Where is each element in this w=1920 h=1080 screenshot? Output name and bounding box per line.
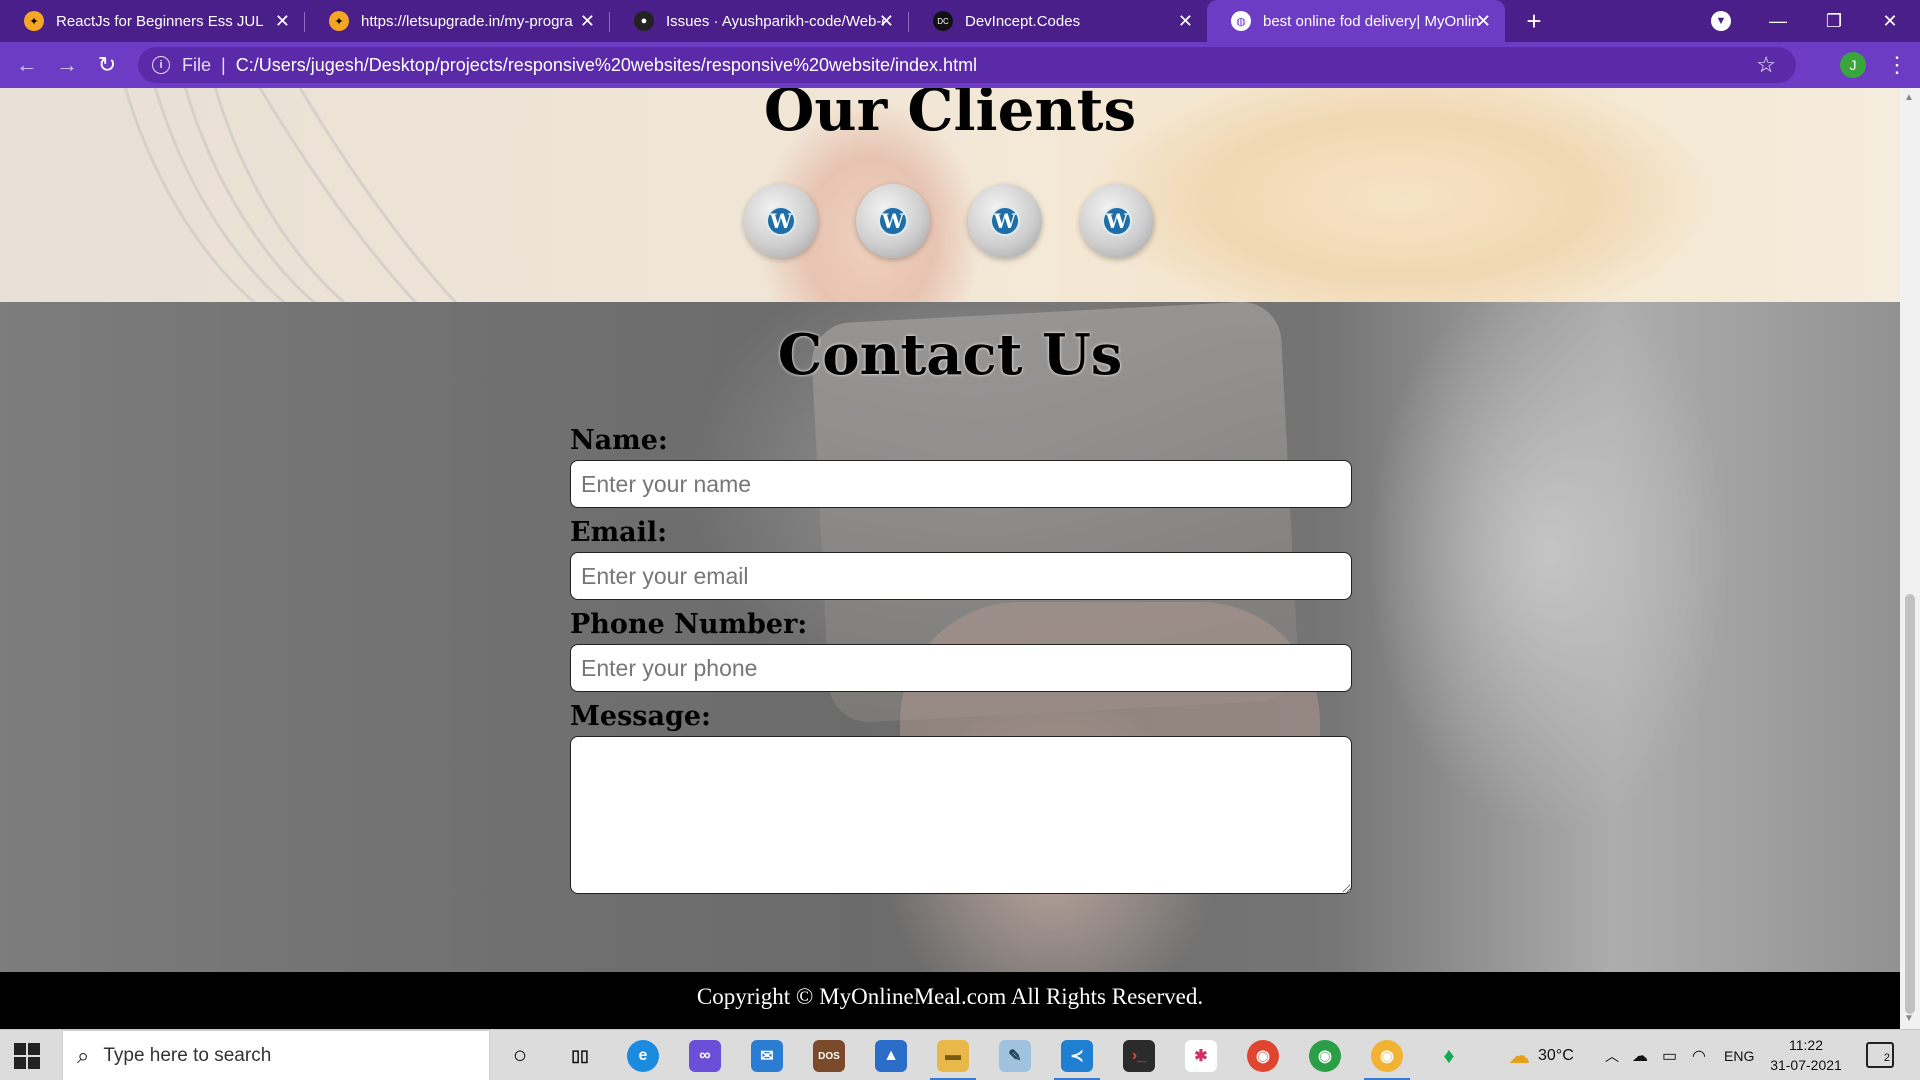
notepad-icon[interactable]: ✎ <box>999 1040 1031 1072</box>
task-view-icon[interactable]: ▯▯ <box>564 1040 596 1072</box>
scroll-down-arrow-icon[interactable]: ▼ <box>1904 1013 1914 1024</box>
info-icon[interactable]: i <box>152 56 170 74</box>
tab-title: https://letsupgrade.in/my-progra <box>361 12 573 30</box>
tab-title: Issues · Ayushparikh-code/Web-c <box>666 12 884 30</box>
address-separator: | <box>221 54 226 75</box>
contact-form: Name: Email: Phone Number: Message: subm… <box>570 425 1352 1029</box>
taskbar-search-box[interactable]: ⌕ Type here to search <box>62 1030 490 1080</box>
mail-icon[interactable]: ✉ <box>751 1040 783 1072</box>
phone-input[interactable] <box>570 644 1352 692</box>
weather-widget[interactable]: ☁ 30°C <box>1508 1030 1574 1080</box>
tab-github-issues[interactable]: ● Issues · Ayushparikh-code/Web-c ✕ <box>610 0 908 42</box>
mongodb-compass-icon[interactable]: ♦ <box>1433 1040 1465 1072</box>
client-logo-1: W <box>744 184 818 258</box>
letsupgrade-icon: ✦ <box>24 11 44 31</box>
dosbox-icon[interactable]: DOS <box>813 1040 845 1072</box>
windows-taskbar: ⌕ Type here to search ○ ▯▯ e ∞ ✉ DOS ▲ ▬… <box>0 1029 1920 1080</box>
client-logo-4: W <box>1080 184 1154 258</box>
github-icon: ● <box>634 11 654 31</box>
tab-title: ReactJs for Beginners Ess JUL <box>56 12 264 30</box>
vscode-icon[interactable]: ≺ <box>1061 1040 1093 1072</box>
globe-icon: ◍ <box>1231 11 1251 31</box>
close-icon[interactable]: ✕ <box>580 11 595 31</box>
close-icon[interactable]: ✕ <box>275 11 290 31</box>
minimize-icon[interactable]: — <box>1750 0 1806 42</box>
tab-search-icon[interactable]: ▼ <box>1711 11 1731 31</box>
notifications-icon[interactable]: 2 <box>1866 1042 1894 1068</box>
window-close-icon[interactable]: ✕ <box>1862 0 1918 42</box>
phone-label: Phone Number: <box>570 609 808 640</box>
client-logo-3: W <box>968 184 1042 258</box>
wordpress-icon: W <box>766 206 796 236</box>
battery-icon[interactable]: ▭ <box>1662 1030 1677 1080</box>
page-viewport: Our Clients W W W W Contact Us Name: Ema… <box>0 88 1900 1029</box>
wordpress-icon: W <box>990 206 1020 236</box>
search-icon: ⌕ <box>77 1042 90 1068</box>
onedrive-icon[interactable]: ☁ <box>1632 1030 1648 1080</box>
new-tab-plus-icon[interactable]: + <box>1520 7 1548 35</box>
photos-icon[interactable]: ▲ <box>875 1040 907 1072</box>
clock-date: 31-07-2021 <box>1770 1057 1842 1073</box>
clients-heading: Our Clients <box>763 88 1137 144</box>
wordpress-icon: W <box>878 206 908 236</box>
tab-title: DevIncept.Codes <box>965 12 1081 30</box>
language-indicator[interactable]: ENG <box>1724 1030 1754 1080</box>
tab-letsupgrade[interactable]: ✦ https://letsupgrade.in/my-progra ✕ <box>305 0 609 42</box>
tab-devincept[interactable]: DC DevIncept.Codes ✕ <box>909 0 1207 42</box>
address-url[interactable]: C:/Users/jugesh/Desktop/projects/respons… <box>236 55 977 76</box>
visual-studio-icon[interactable]: ∞ <box>689 1040 721 1072</box>
address-bar[interactable]: i File | C:/Users/jugesh/Desktop/project… <box>138 47 1796 83</box>
name-input[interactable] <box>570 460 1352 508</box>
browser-tab-strip: ✦ ReactJs for Beginners Ess JUL ✕ ✦ http… <box>0 0 1920 42</box>
tab-title: best online fod delivery| MyOnlin <box>1263 12 1480 30</box>
chrome-icon[interactable]: ◉ <box>1309 1040 1341 1072</box>
cortana-icon[interactable]: ○ <box>504 1040 536 1072</box>
devincept-icon: DC <box>933 11 953 31</box>
reload-icon[interactable]: ↻ <box>92 50 122 80</box>
wordpress-icon: W <box>1102 206 1132 236</box>
name-label: Name: <box>570 425 668 456</box>
letsupgrade-icon: ✦ <box>329 11 349 31</box>
contact-section: Contact Us Name: Email: Phone Number: Me… <box>0 299 1900 1029</box>
tab-myonlinemeal[interactable]: ◍ best online fod delivery| MyOnlin ✕ <box>1207 0 1505 42</box>
tray-overflow-icon[interactable]: ︿ <box>1605 1030 1619 1080</box>
close-icon[interactable]: ✕ <box>1178 11 1193 31</box>
terminal-icon[interactable]: ›_ <box>1123 1040 1155 1072</box>
back-arrow-icon[interactable]: ← <box>12 50 42 80</box>
message-textarea[interactable] <box>570 736 1352 894</box>
browser-toolbar: ← → ↻ i File | C:/Users/jugesh/Desktop/p… <box>0 42 1920 88</box>
kebab-menu-icon[interactable]: ⋮ <box>1886 50 1908 80</box>
bookmark-star-icon[interactable]: ☆ <box>1756 52 1776 78</box>
close-icon[interactable]: ✕ <box>1476 11 1491 31</box>
edge-icon[interactable]: e <box>627 1040 659 1072</box>
email-label: Email: <box>570 517 668 548</box>
chrome-icon[interactable]: ◉ <box>1371 1040 1403 1072</box>
clients-section: Our Clients W W W W <box>0 88 1900 328</box>
notification-count: 2 <box>1883 1052 1890 1064</box>
scheme-label: File <box>182 54 212 75</box>
email-input[interactable] <box>570 552 1352 600</box>
footer-copyright: Copyright © MyOnlineMeal.com All Rights … <box>0 972 1900 1029</box>
weather-temp: 30°C <box>1538 1046 1574 1064</box>
windows-start-icon[interactable] <box>14 1043 40 1069</box>
close-icon[interactable]: ✕ <box>879 11 894 31</box>
profile-avatar[interactable]: J <box>1840 52 1866 78</box>
message-label: Message: <box>570 701 711 732</box>
slack-icon[interactable]: ✱ <box>1185 1040 1217 1072</box>
chrome-icon[interactable]: ◉ <box>1247 1040 1279 1072</box>
restore-icon[interactable]: ❐ <box>1806 0 1862 42</box>
contact-heading: Contact Us <box>777 322 1123 388</box>
page-scrollbar[interactable]: ▲ ▼ <box>1900 88 1920 1029</box>
client-logo-2: W <box>856 184 930 258</box>
forward-arrow-icon[interactable]: → <box>52 50 82 80</box>
scrollbar-thumb[interactable] <box>1905 594 1915 1014</box>
clock-time: 11:22 <box>1789 1037 1823 1053</box>
tab-reactjs[interactable]: ✦ ReactJs for Beginners Ess JUL ✕ <box>0 0 304 42</box>
wifi-icon[interactable]: ◠ <box>1692 1030 1706 1080</box>
file-explorer-icon[interactable]: ▬ <box>937 1040 969 1072</box>
weather-icon: ☁ <box>1508 1042 1530 1068</box>
scroll-up-arrow-icon[interactable]: ▲ <box>1904 92 1914 103</box>
taskbar-clock[interactable]: 11:22 31-07-2021 <box>1766 1035 1846 1075</box>
taskbar-search-placeholder: Type here to search <box>103 1044 272 1066</box>
